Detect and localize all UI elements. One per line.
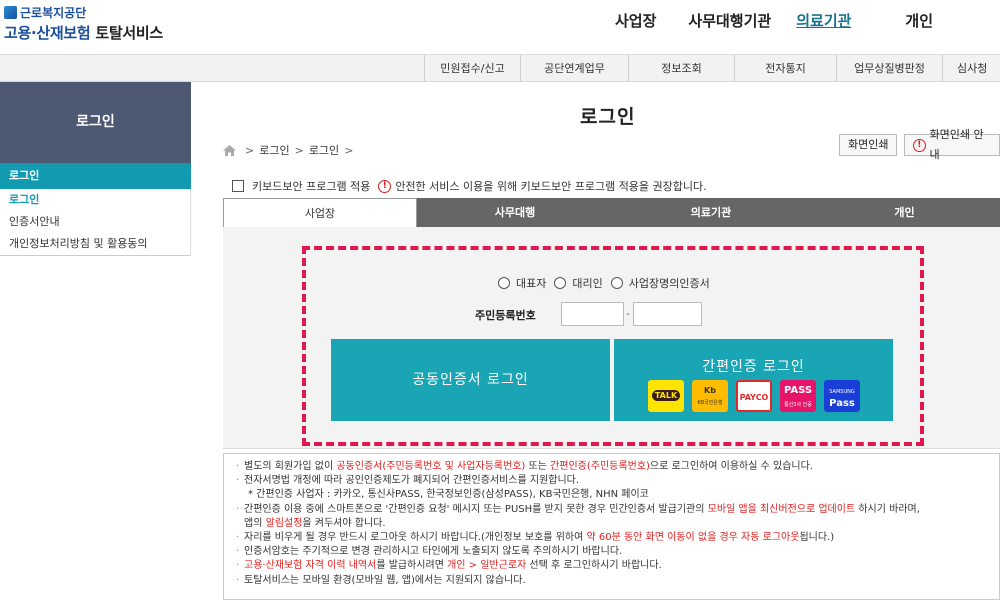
keyboard-security-label: 키보드보안 프로그램 적용	[252, 180, 371, 193]
tab-agency[interactable]: 사무대행	[417, 198, 613, 228]
notice-line: 간편인증 이용 중에 스마트폰으로 '간편인증 요청' 메시지 또는 PUSH를…	[236, 503, 991, 517]
radio-agent[interactable]	[554, 277, 567, 289]
notice-box: 별도의 회원가입 없이 공동인증서(주민등록번호 및 사업자등록번호) 또는 간…	[223, 453, 1000, 600]
subnav-linked-work[interactable]: 공단연계업무	[520, 55, 628, 82]
notice-line: 전자서명법 개정에 따라 공인인증제도가 폐지되어 간편인증서비스를 지원합니다…	[236, 474, 991, 488]
notice-line: 앱의 알림설정을 켜두셔야 합니다.	[244, 517, 386, 529]
alert-icon: !	[378, 179, 392, 193]
sub-nav: 민원접수/신고 공단연계업무 정보조회 전자통지 업무상질병판정 심사청	[0, 55, 1000, 82]
radio-agent-label: 대리인	[572, 277, 603, 290]
sidebar-menu: 로그인 인증서안내 개인정보처리방침 및 활용동의	[0, 189, 191, 256]
breadcrumb-separator: >	[344, 143, 354, 157]
radio-representative[interactable]	[498, 277, 510, 289]
radio-business-cert[interactable]	[610, 277, 623, 289]
rrn-dash: -	[626, 307, 630, 320]
breadcrumb-item[interactable]: 로그인	[309, 142, 339, 158]
home-icon[interactable]	[223, 144, 236, 156]
breadcrumb-separator: >	[245, 143, 255, 157]
subnav-disease-judgment[interactable]: 업무상질병판정	[836, 55, 942, 82]
header: 근로복지공단 고용·산재보험 토탈서비스 사업장 사무대행기관 의료기관 개인	[0, 0, 1000, 55]
keyboard-security-checkbox[interactable]	[232, 180, 244, 192]
top-nav-personal[interactable]: 개인	[905, 10, 933, 31]
sidebar-item-privacy[interactable]: 개인정보처리방침 및 활용동의	[0, 233, 190, 255]
subnav-complaint[interactable]: 민원접수/신고	[424, 55, 520, 82]
notice-line: 자리를 비우게 될 경우 반드시 로그아웃 하시기 바랍니다.(개인정보 보호를…	[236, 531, 991, 545]
subnav-info-lookup[interactable]: 정보조회	[628, 55, 734, 82]
top-nav-business[interactable]: 사업장	[615, 10, 656, 31]
tab-business[interactable]: 사업장	[223, 198, 417, 228]
top-nav: 사업장 사무대행기관 의료기관 개인	[615, 10, 933, 31]
notice-line: * 간편인증 사업자 : 카카오, 통신사PASS, 한국정보인증(삼성PASS…	[248, 489, 649, 501]
rrn-label: 주민등록번호	[475, 309, 536, 322]
radio-representative-label: 대표자	[516, 277, 547, 290]
tab-personal[interactable]: 개인	[809, 198, 1000, 228]
top-nav-agency[interactable]: 사무대행기관	[688, 10, 771, 31]
notice-line: 인증서암호는 주기적으로 변경 관리하시고 타인에게 노출되지 않도록 주의하시…	[236, 545, 991, 559]
sidebar-item-cert-guide[interactable]: 인증서안내	[0, 211, 190, 233]
login-tabs: 사업장 사무대행 의료기관 개인	[223, 198, 1000, 228]
breadcrumb: > 로그인 > 로그인 >	[223, 142, 358, 158]
top-nav-medical[interactable]: 의료기관	[796, 10, 851, 31]
subnav-review[interactable]: 심사청	[942, 55, 1000, 82]
print-button[interactable]: 화면인쇄	[839, 134, 898, 156]
site-logo[interactable]: 근로복지공단 고용·산재보험 토탈서비스	[4, 4, 163, 43]
rrn-front-input[interactable]	[561, 302, 624, 326]
print-guide-button[interactable]: ! 화면인쇄 안내	[904, 128, 1000, 161]
login-type-radios: 대표자 대리인 사업장명의인증서	[498, 275, 718, 291]
subnav-e-notice[interactable]: 전자통지	[734, 55, 836, 82]
notice-line: 고용·산재보험 자격 이력 내역서를 발급하시려면 개인 > 일반근로자 선택 …	[236, 559, 991, 573]
logo-total-text: 토탈서비스	[95, 24, 163, 42]
print-guide-label: 화면인쇄 안내	[929, 128, 984, 161]
logo-mark-icon	[4, 6, 17, 19]
breadcrumb-separator: >	[294, 143, 304, 157]
notice-line: 토탈서비스는 모바일 환경(모바일 웹, 앱)에서는 지원되지 않습니다.	[236, 574, 991, 588]
radio-business-cert-label: 사업장명의인증서	[628, 277, 710, 290]
rrn-back-input[interactable]	[633, 302, 702, 326]
sidebar-title: 로그인	[0, 82, 191, 163]
print-label: 화면인쇄	[848, 138, 889, 151]
logo-top-text: 근로복지공단	[20, 6, 87, 20]
keyboard-security-note: 안전한 서비스 이용을 위해 키보드보안 프로그램 적용을 권장합니다.	[395, 180, 707, 193]
sidebar-section-login[interactable]: 로그인	[0, 163, 191, 189]
kakao-icon[interactable]: TALK	[648, 380, 684, 412]
breadcrumb-item[interactable]: 로그인	[259, 142, 289, 158]
alert-icon: !	[913, 138, 926, 152]
pass-icon[interactable]: PASS 통신3사 인증	[780, 380, 816, 412]
notice-line: 별도의 회원가입 없이 공동인증서(주민등록번호 및 사업자등록번호) 또는 간…	[236, 460, 991, 474]
simple-login-label: 간편인증 로그인	[702, 359, 805, 375]
page-title: 로그인	[580, 106, 636, 128]
tab-medical[interactable]: 의료기관	[613, 198, 809, 228]
kb-bank-icon[interactable]: Kb KB국민은행	[692, 380, 728, 412]
keyboard-security-row: 키보드보안 프로그램 적용 ! 안전한 서비스 이용을 위해 키보드보안 프로그…	[232, 178, 707, 194]
sidebar-item-login[interactable]: 로그인	[0, 189, 190, 211]
logo-main-text: 고용·산재보험	[4, 24, 91, 42]
payco-icon[interactable]: PAYCO	[736, 380, 772, 412]
samsung-pass-icon[interactable]: SAMSUNG Pass	[824, 380, 860, 412]
cert-login-button[interactable]: 공동인증서 로그인	[331, 339, 610, 421]
